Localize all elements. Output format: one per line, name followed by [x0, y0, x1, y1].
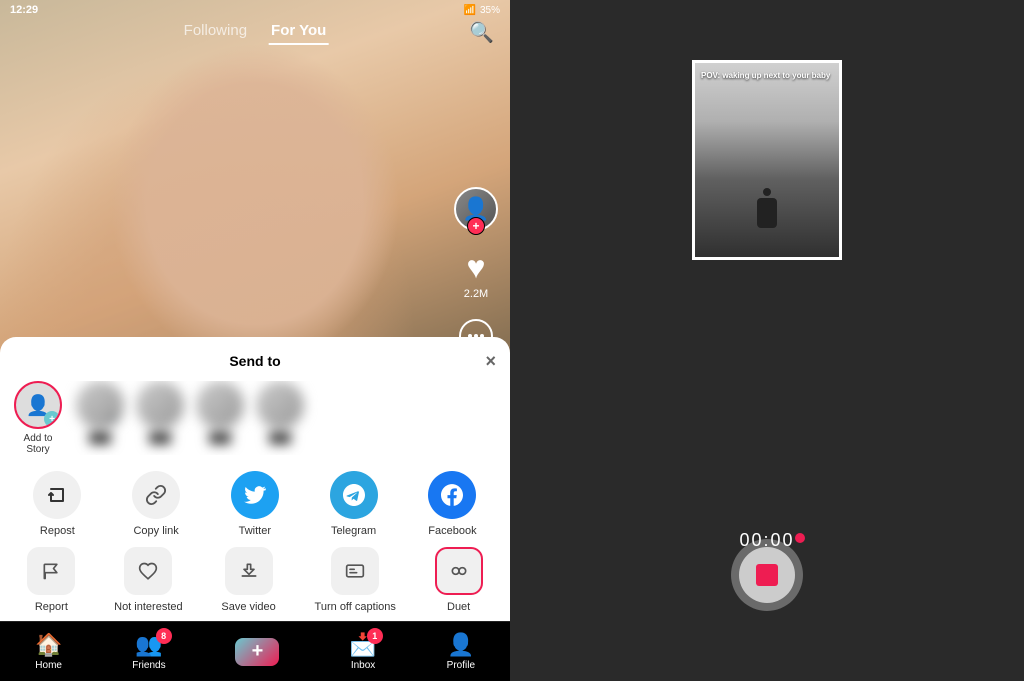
contact-3-avatar [136, 381, 184, 429]
facebook-label: Facebook [428, 525, 476, 537]
contact-2-name: ███ [89, 433, 110, 444]
not-interested-icon [124, 547, 172, 595]
heart-icon: ♥ [458, 249, 494, 285]
repost-icon [33, 471, 81, 519]
add-to-story[interactable]: 👤 + Add to Story [12, 381, 64, 455]
thumbnail-inner: POV: waking up next to your baby POV: wa… [695, 63, 839, 257]
report-icon [27, 547, 75, 595]
home-icon: 🏠 [35, 632, 62, 658]
contact-4-avatar [196, 381, 244, 429]
modal-close-button[interactable]: × [485, 351, 496, 372]
contact-5-name: ███ [269, 433, 290, 444]
nav-profile[interactable]: 👤 Profile [447, 632, 475, 671]
profile-label: Profile [447, 660, 475, 671]
search-icon[interactable]: 🔍 [469, 20, 494, 45]
like-button[interactable]: ♥ 2.2M [458, 249, 494, 300]
modal-title: Send to [229, 353, 280, 369]
contact-2-avatar: 🎮 [76, 381, 124, 429]
profile-icon: 👤 [447, 632, 474, 658]
story-plus-icon: + [44, 411, 60, 427]
stop-icon [756, 564, 778, 586]
story-avatar: 👤 + [14, 381, 62, 429]
bottom-nav: 🏠 Home 👥 8 Friends + 📩 1 Inbox 👤 Profile [0, 621, 510, 681]
twitter-label: Twitter [239, 525, 271, 537]
copy-link-icon [132, 471, 180, 519]
twitter-icon [231, 471, 279, 519]
follow-plus-icon: + [467, 217, 485, 235]
record-inner [739, 547, 795, 603]
save-video-option[interactable]: Save video [221, 547, 275, 613]
nav-create[interactable]: + [235, 638, 279, 666]
friends-badge: 8 [156, 628, 172, 644]
contact-3[interactable]: ███ [136, 381, 184, 455]
record-panel: POV: waking up next to your baby POV: wa… [510, 0, 1024, 681]
inbox-badge: 1 [367, 628, 383, 644]
not-interested-option[interactable]: Not interested [114, 547, 182, 613]
home-label: Home [35, 660, 62, 671]
like-count: 2.2M [464, 288, 488, 300]
duet-label: Duet [447, 601, 470, 613]
repost-option[interactable]: Repost [33, 471, 81, 537]
report-label: Report [35, 601, 68, 613]
not-interested-label: Not interested [114, 601, 182, 613]
record-button-container [731, 539, 803, 611]
nav-inbox[interactable]: 📩 1 Inbox [349, 632, 376, 671]
contact-2[interactable]: 🎮 ███ [76, 381, 124, 455]
status-time: 12:29 [10, 4, 38, 16]
duet-icon [435, 547, 483, 595]
phone-panel: 12:29 📶 35% Following For You 🔍 👤 + ♥ 2.… [0, 0, 510, 681]
status-bar: 12:29 📶 35% [0, 0, 510, 20]
friends-label: Friends [132, 660, 165, 671]
story-label: Add to Story [12, 433, 64, 455]
contacts-row: 👤 + Add to Story 🎮 ███ ███ ███ [0, 381, 510, 455]
duet-option[interactable]: Duet [435, 547, 483, 613]
save-video-label: Save video [221, 601, 275, 613]
share-modal: Send to × 👤 + Add to Story 🎮 ███ ███ [0, 337, 510, 621]
silhouette [757, 188, 777, 228]
captions-icon [331, 547, 379, 595]
status-icons: 📶 35% [464, 5, 500, 16]
facebook-icon [428, 471, 476, 519]
creator-avatar[interactable]: 👤 + [454, 187, 498, 231]
contact-4-name: ███ [209, 433, 230, 444]
thumbnail-caption: POV: waking up next to your baby [701, 71, 833, 81]
repost-label: Repost [40, 525, 75, 537]
tab-following[interactable]: Following [182, 18, 249, 45]
captions-option[interactable]: Turn off captions [315, 547, 396, 613]
twitter-option[interactable]: Twitter [231, 471, 279, 537]
nav-tabs: Following For You [182, 18, 329, 45]
inbox-label: Inbox [351, 660, 375, 671]
battery-icon: 35% [480, 5, 500, 16]
save-video-icon [225, 547, 273, 595]
captions-label: Turn off captions [315, 601, 396, 613]
emoji-1: 🎮 [110, 416, 122, 427]
telegram-label: Telegram [331, 525, 376, 537]
tab-for-you[interactable]: For You [269, 18, 328, 45]
wifi-icon: 📶 [464, 5, 476, 16]
create-icon[interactable]: + [235, 638, 279, 666]
contact-3-name: ███ [149, 433, 170, 444]
share-options-row: Repost Copy link Twitter [0, 471, 510, 537]
facebook-option[interactable]: Facebook [428, 471, 476, 537]
preview-thumbnail: POV: waking up next to your baby POV: wa… [692, 60, 842, 260]
share-actions-row: Report Not interested Save video [0, 547, 510, 613]
report-option[interactable]: Report [27, 547, 75, 613]
contact-5-avatar [256, 381, 304, 429]
nav-home[interactable]: 🏠 Home [35, 632, 62, 671]
copy-link-label: Copy link [133, 525, 178, 537]
contact-4[interactable]: ███ [196, 381, 244, 455]
nav-friends[interactable]: 👥 8 Friends [132, 632, 165, 671]
copy-link-option[interactable]: Copy link [132, 471, 180, 537]
record-button[interactable] [731, 539, 803, 611]
telegram-option[interactable]: Telegram [330, 471, 378, 537]
record-indicator [795, 533, 805, 543]
telegram-icon [330, 471, 378, 519]
contact-5[interactable]: ███ [256, 381, 304, 455]
modal-header: Send to × [0, 353, 510, 369]
